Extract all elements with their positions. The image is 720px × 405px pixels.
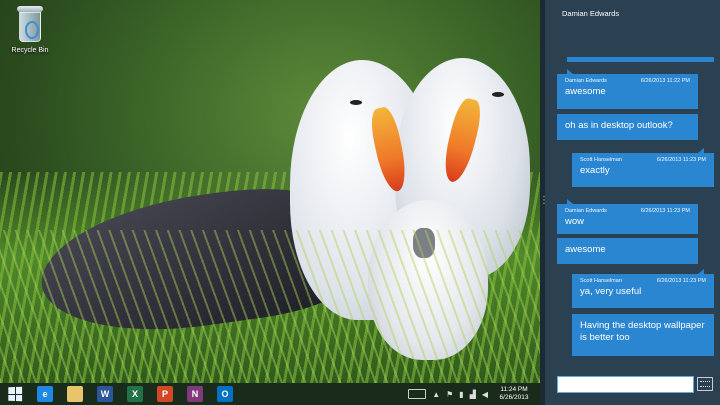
internet-explorer-icon: e [37, 386, 53, 402]
outlook-icon: O [217, 386, 233, 402]
message-text: awesome [565, 244, 606, 255]
message-bubble: Having the desktop wallpaper is better t… [572, 314, 714, 356]
message-text: wow [565, 216, 585, 227]
earlier-message-bubble [567, 57, 714, 62]
clock-date: 6/26/2013 [499, 394, 529, 401]
message-meta: Damian Edwards 6/26/2013 11:23 PM [565, 208, 690, 214]
powerpoint-icon: P [157, 386, 173, 402]
taskbar-app-button[interactable]: W [90, 383, 120, 405]
message-bubble: Damian Edwards 6/26/2013 11:22 PM awesome [557, 69, 698, 109]
clock-time: 11:24 PM [500, 386, 528, 393]
keyboard-icon[interactable] [697, 377, 713, 391]
message-time: 6/26/2013 11:23 PM [656, 157, 706, 163]
word-icon: W [97, 386, 113, 402]
message-meta: Damian Edwards 6/26/2013 11:22 PM [565, 78, 690, 84]
message-sender: Scott Hanselman [580, 278, 622, 284]
message-text: Having the desktop wallpaper is better t… [580, 320, 705, 343]
touch-keyboard-icon[interactable] [408, 389, 427, 399]
show-hidden-icons-icon[interactable]: ▲ [432, 390, 440, 399]
message-text: awesome [565, 86, 606, 97]
network-icon[interactable]: ▟ [470, 390, 476, 399]
wallpaper-bird-eye [350, 100, 362, 105]
wallpaper-grass-front [0, 229, 540, 383]
message-bubble: Scott Hanselman 6/26/2013 11:23 PM ya, ver… [572, 269, 714, 308]
recycle-bin-label: Recycle Bin [11, 47, 49, 54]
notification-area: ▲ ⚑ ▮ ▟ ◀ 11:24 PM 6/26/2013 [408, 386, 540, 402]
taskbar-app-button[interactable]: O [210, 383, 240, 405]
message-text: ya, very useful [580, 286, 642, 297]
onenote-icon: N [187, 386, 203, 402]
message-bubble: awesome [557, 238, 698, 264]
message-time: 6/26/2013 11:23 PM [640, 208, 690, 214]
taskbar-app-button[interactable]: N [180, 383, 210, 405]
message-time: 6/26/2013 11:23 PM [656, 278, 706, 284]
flag-icon[interactable]: ⚑ [446, 390, 453, 399]
recycle-bin-shortcut[interactable]: Recycle Bin [8, 4, 52, 54]
excel-icon: X [127, 386, 143, 402]
taskbar: e WXPNO ▲ ⚑ ▮ ▟ ◀ 11:24 PM 6/26/2013 [0, 383, 540, 405]
message-bubble: Scott Hanselman 6/26/2013 11:23 PM exactly [572, 148, 714, 187]
conversation-title: Damian Edwards [562, 9, 620, 18]
message-text: oh as in desktop outlook? [565, 120, 673, 131]
message-bubble: Damian Edwards 6/26/2013 11:23 PM wow [557, 199, 698, 234]
message-bubble: oh as in desktop outlook? [557, 114, 698, 140]
message-sender: Damian Edwards [565, 78, 607, 84]
clock[interactable]: 11:24 PM 6/26/2013 [494, 386, 534, 402]
message-text: exactly [580, 165, 610, 176]
wallpaper-bird-eye [492, 92, 504, 97]
message-input[interactable] [557, 376, 694, 393]
taskbar-app-button[interactable] [60, 383, 90, 405]
recycle-bin-icon [15, 4, 45, 44]
taskbar-app-button[interactable]: e [30, 383, 60, 405]
taskbar-app-button[interactable]: P [150, 383, 180, 405]
taskbar-app-button[interactable]: X [120, 383, 150, 405]
message-sender: Scott Hanselman [580, 157, 622, 163]
desktop: Recycle Bin [0, 0, 540, 383]
power-icon[interactable]: ▮ [459, 390, 463, 399]
volume-icon[interactable]: ◀ [482, 390, 488, 399]
start-button[interactable] [0, 383, 30, 405]
file-explorer-icon [67, 386, 83, 402]
message-sender: Damian Edwards [565, 208, 607, 214]
windows-logo-icon [8, 386, 23, 402]
message-time: 6/26/2013 11:22 PM [640, 78, 690, 84]
message-meta: Scott Hanselman 6/26/2013 11:23 PM [580, 278, 706, 284]
message-meta: Scott Hanselman 6/26/2013 11:23 PM [580, 157, 706, 163]
